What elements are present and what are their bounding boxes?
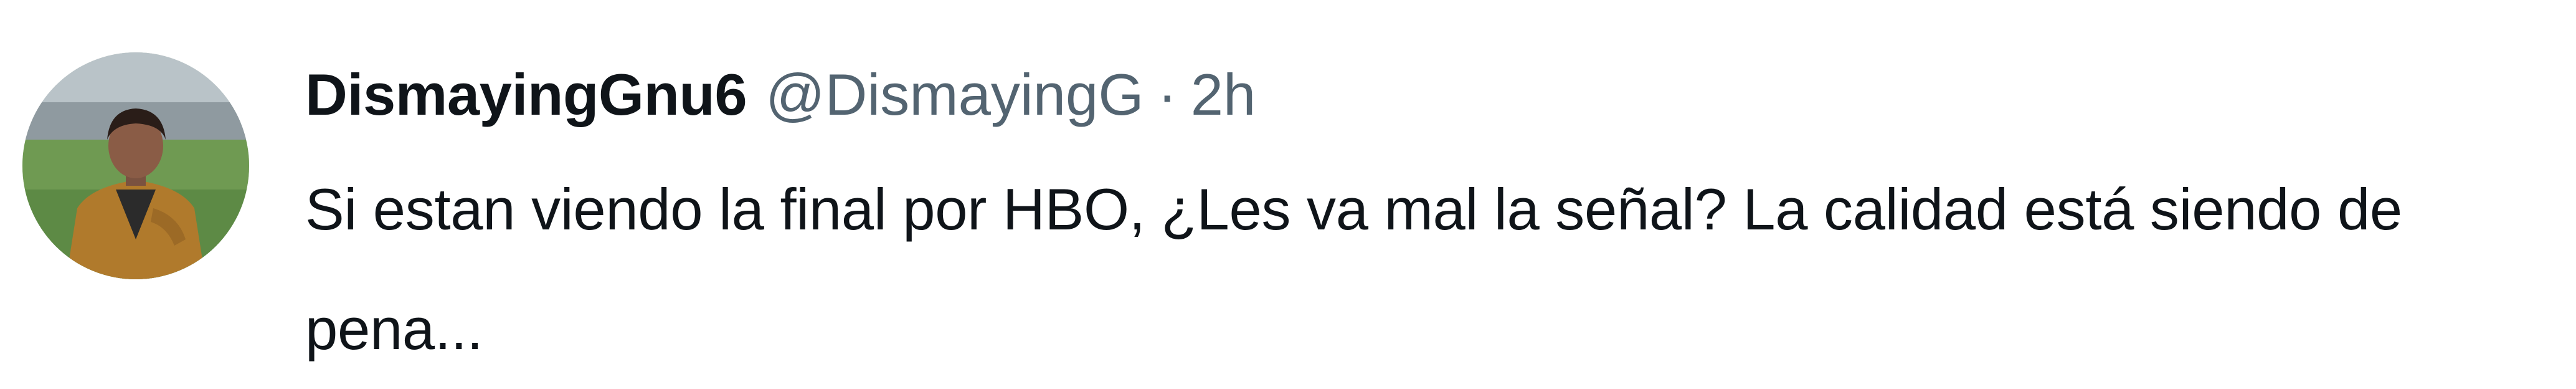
user-avatar[interactable]: [22, 52, 249, 279]
separator-dot: ·: [1157, 62, 1177, 127]
tweet-card[interactable]: DismayingGnu6 @DismayingG · 2h Si estan …: [0, 0, 2576, 387]
tweet-text: Si estan viendo la final por HBO, ¿Les v…: [305, 176, 2402, 362]
tweet-timestamp[interactable]: 2h: [1191, 57, 1256, 132]
tweet-header: DismayingGnu6 @DismayingG · 2h: [305, 57, 2522, 132]
avatar-photo-icon: [22, 52, 249, 279]
tweet-content: DismayingGnu6 @DismayingG · 2h Si estan …: [305, 57, 2522, 389]
display-name[interactable]: DismayingGnu6: [305, 57, 747, 132]
user-handle[interactable]: @DismayingG: [765, 57, 1144, 132]
